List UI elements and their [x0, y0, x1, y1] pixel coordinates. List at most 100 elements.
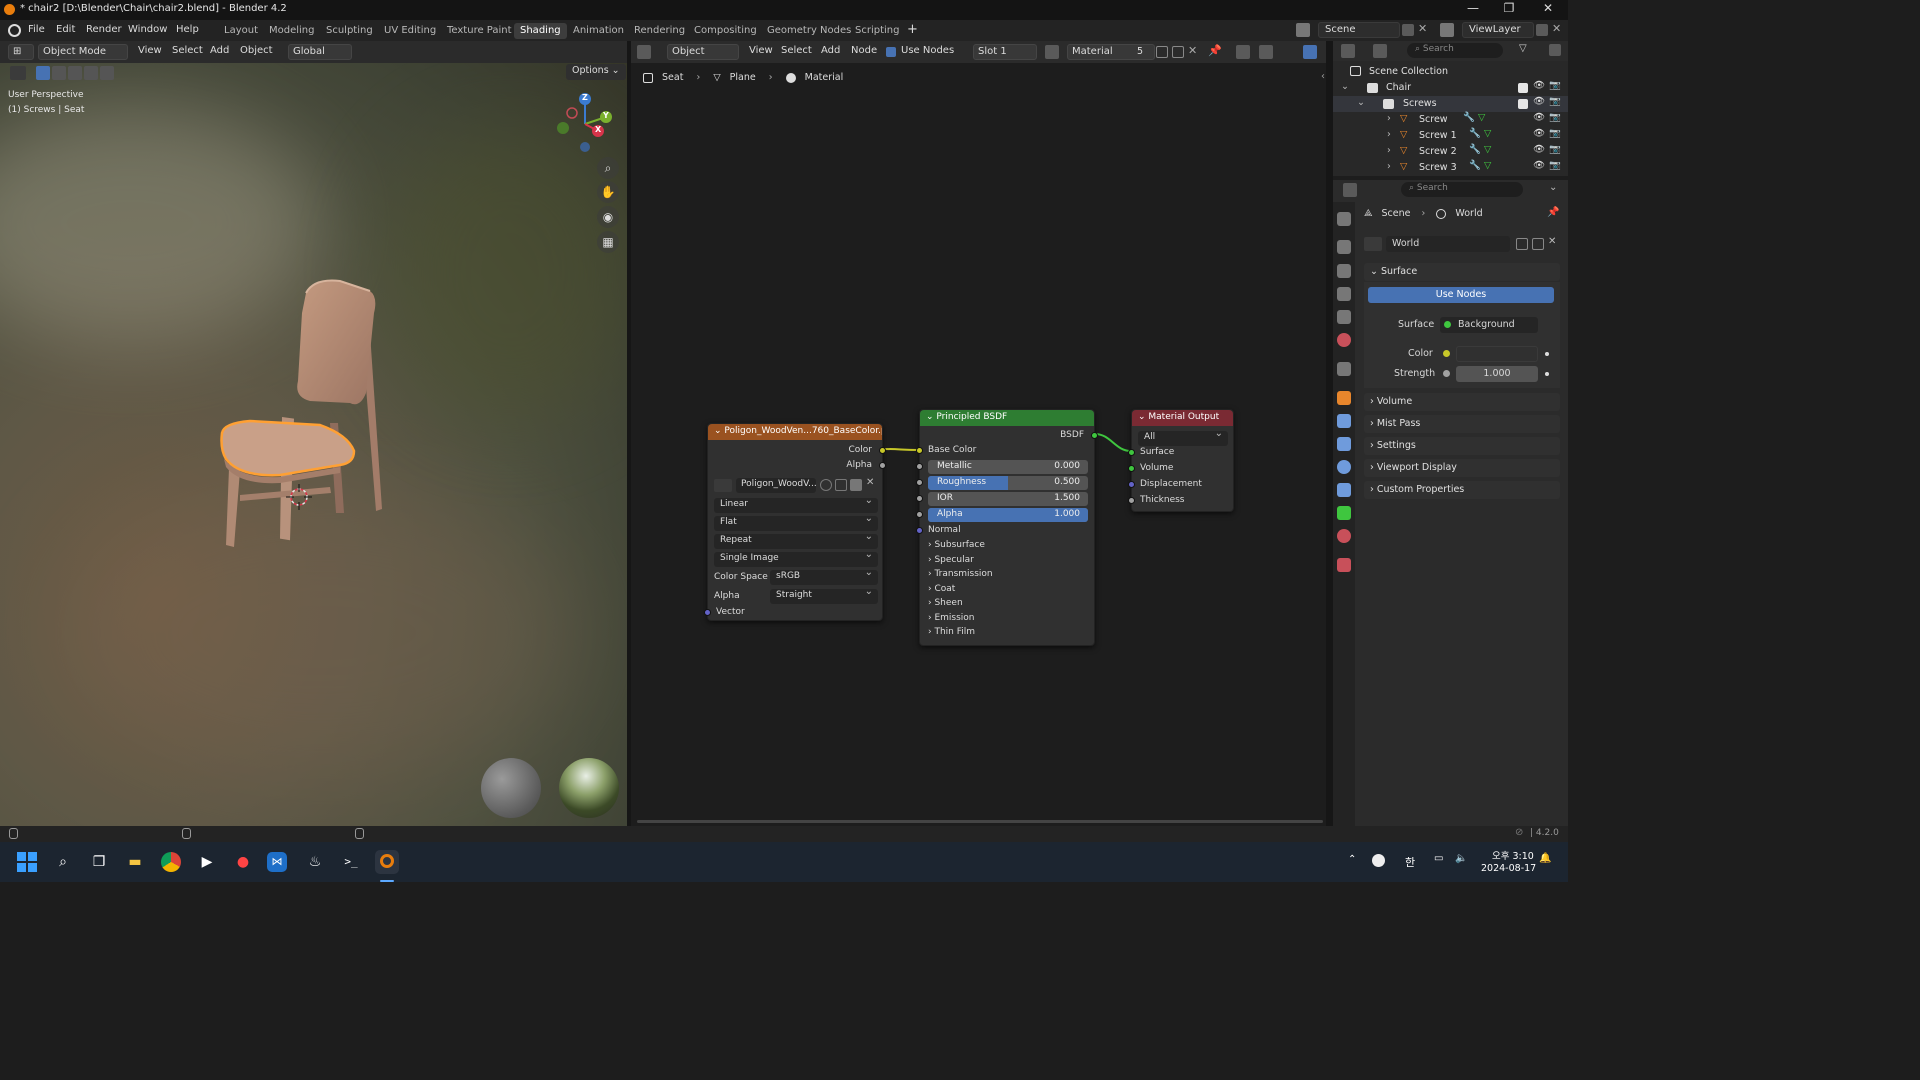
input-thickness-socket[interactable]: [1128, 497, 1135, 504]
tray-app-icon[interactable]: [1372, 854, 1385, 867]
color-keyframe-dot[interactable]: [1545, 352, 1549, 356]
outliner-search-field[interactable]: ⌕ Search: [1407, 43, 1503, 58]
source-dropdown[interactable]: Single Image: [714, 549, 878, 567]
shader-node-editor[interactable]: Seat › ▽ Plane › Material ‹ ⌄ Poligon_Wo…: [631, 63, 1326, 826]
ime-indicator[interactable]: 한: [1405, 854, 1415, 870]
screw-1-visibility-eye-icon[interactable]: 👁: [1533, 128, 1545, 139]
chair-render-camera-icon[interactable]: 📷: [1549, 80, 1561, 91]
node-editor-scrollbar[interactable]: [637, 820, 1323, 823]
zoom-icon[interactable]: ⌕: [597, 157, 619, 179]
node-editor-type-icon[interactable]: [637, 45, 651, 59]
output-bsdf-socket[interactable]: [1091, 432, 1098, 439]
network-icon[interactable]: ▭: [1434, 853, 1443, 864]
3d-viewport[interactable]: Options ⌄ User Perspective (1) Screws | …: [0, 63, 627, 826]
editor-type-button[interactable]: ⊞: [8, 44, 34, 60]
image-selector[interactable]: Poligon_WoodV... ✕: [714, 477, 878, 493]
settings-panel-header[interactable]: › Settings: [1364, 437, 1560, 455]
tab-modeling[interactable]: Modeling: [263, 23, 321, 39]
material-output-node[interactable]: ⌄ Material Output All Surface Volume Dis…: [1128, 409, 1234, 512]
menu-render[interactable]: Render: [86, 24, 122, 35]
image-texture-node[interactable]: ⌄ Poligon_WoodVen...760_BaseColor.png Co…: [704, 423, 886, 621]
image-fake-user-icon[interactable]: [820, 479, 832, 491]
input-displacement-socket[interactable]: [1128, 481, 1135, 488]
input-vector-socket[interactable]: [704, 609, 711, 616]
input-metallic-socket[interactable]: [916, 463, 923, 470]
tab-rendering[interactable]: Rendering: [628, 23, 691, 39]
mode-selector[interactable]: Object Mode: [38, 44, 128, 60]
steam-icon[interactable]: ♨: [303, 850, 327, 874]
duplicate-material-icon[interactable]: [1172, 46, 1184, 58]
chair-exclude-checkbox[interactable]: [1518, 83, 1528, 93]
select-intersect-icon[interactable]: [100, 66, 114, 80]
outliner-collection-screws[interactable]: ⌄ Screws 👁 📷: [1333, 96, 1568, 112]
world-unlink-icon[interactable]: ✕: [1548, 236, 1556, 247]
image-texture-node-header[interactable]: ⌄ Poligon_WoodVen...760_BaseColor.png: [708, 424, 882, 440]
terminal-icon[interactable]: >_: [339, 850, 363, 874]
principled-bsdf-node[interactable]: ⌄ Principled BSDF BSDF Base Color Metall…: [916, 409, 1098, 646]
tray-overflow-icon[interactable]: ⌃: [1348, 854, 1356, 865]
panel-transmission[interactable]: › Transmission: [928, 569, 993, 579]
screw-3-visibility-eye-icon[interactable]: 👁: [1533, 160, 1545, 171]
screw-3-render-camera-icon[interactable]: 📷: [1549, 160, 1561, 171]
properties-editor-type-icon[interactable]: [1343, 183, 1357, 197]
screws-render-camera-icon[interactable]: 📷: [1549, 96, 1561, 107]
tab-scripting[interactable]: Scripting: [849, 23, 905, 39]
collection-tab-icon[interactable]: [1337, 362, 1351, 376]
menu-file[interactable]: File: [28, 24, 45, 35]
input-alpha-socket[interactable]: [916, 511, 923, 518]
outliner-display-mode-icon[interactable]: [1373, 44, 1387, 58]
color-space-dropdown[interactable]: sRGB: [770, 567, 878, 585]
tab-compositing[interactable]: Compositing: [688, 23, 763, 39]
volume-panel-header[interactable]: › Volume: [1364, 393, 1560, 411]
outliner-scene-collection[interactable]: Scene Collection: [1333, 64, 1568, 80]
menu-select[interactable]: Select: [168, 44, 207, 60]
outliner-object-screw-3[interactable]: › ▽ Screw 3 🔧 ▽ 👁 📷: [1333, 160, 1568, 176]
panel-sheen[interactable]: › Sheen: [928, 598, 963, 608]
image-open-folder-icon[interactable]: [850, 479, 862, 491]
minimize-button[interactable]: —: [1455, 1, 1491, 15]
material-browse-icon[interactable]: [1045, 45, 1059, 59]
delete-scene-icon[interactable]: ✕: [1418, 22, 1427, 35]
world-name-field[interactable]: World: [1386, 236, 1510, 252]
tab-layout[interactable]: Layout: [218, 23, 264, 39]
node-overlay-icon[interactable]: [1303, 45, 1317, 59]
select-extend-icon[interactable]: [52, 66, 66, 80]
particles-tab-icon[interactable]: [1337, 437, 1351, 451]
chrome-icon[interactable]: [159, 850, 183, 874]
color-socket-icon[interactable]: [1443, 350, 1450, 357]
shader-type-selector[interactable]: Object: [667, 44, 739, 60]
parent-node-tree-icon[interactable]: [1236, 45, 1250, 59]
chair-model[interactable]: [210, 273, 400, 563]
output-target-dropdown[interactable]: All: [1138, 428, 1228, 446]
pin-icon[interactable]: 📌: [1208, 44, 1222, 57]
notification-bell-icon[interactable]: 🔔: [1539, 853, 1551, 864]
video-app-icon[interactable]: ●: [231, 850, 255, 874]
tab-shading[interactable]: Shading: [514, 23, 567, 39]
texture-tab-icon[interactable]: [1337, 558, 1351, 572]
screw-2-visibility-eye-icon[interactable]: 👁: [1533, 144, 1545, 155]
projection-dropdown[interactable]: Flat: [714, 513, 878, 531]
properties-search-field[interactable]: ⌕ Search: [1401, 182, 1523, 197]
material-users-count[interactable]: 5: [1137, 46, 1143, 57]
outliner-object-screw[interactable]: › ▽ Screw 🔧 ▽ 👁 📷: [1333, 112, 1568, 128]
image-name-field[interactable]: Poligon_WoodV...: [736, 478, 816, 493]
image-duplicate-icon[interactable]: [835, 479, 847, 491]
right-area-splitter[interactable]: [1326, 41, 1333, 826]
outliner[interactable]: ⌕ Search ▽ Scene Collection ⌄ Chair 👁 📷 …: [1333, 41, 1568, 176]
close-button[interactable]: ✕: [1530, 1, 1566, 15]
menu-object[interactable]: Object: [236, 44, 277, 60]
world-fake-user-icon[interactable]: [1516, 238, 1528, 250]
material-tab-icon[interactable]: [1337, 529, 1351, 543]
blender-taskbar-icon[interactable]: [375, 850, 399, 874]
use-nodes-checkbox[interactable]: [886, 47, 896, 57]
menu-view[interactable]: View: [134, 44, 166, 60]
principled-bsdf-header[interactable]: ⌄ Principled BSDF: [920, 410, 1094, 426]
input-normal-socket[interactable]: [916, 527, 923, 534]
interpolation-dropdown[interactable]: Linear: [714, 495, 878, 513]
new-scene-icon[interactable]: [1402, 24, 1414, 36]
scene-selector-icon[interactable]: [1296, 23, 1310, 37]
view-layer-icon[interactable]: [1440, 23, 1454, 37]
screws-visibility-eye-icon[interactable]: 👁: [1533, 96, 1545, 107]
file-explorer-icon[interactable]: ▬: [123, 850, 147, 874]
tool-tab-icon[interactable]: [1337, 212, 1351, 226]
